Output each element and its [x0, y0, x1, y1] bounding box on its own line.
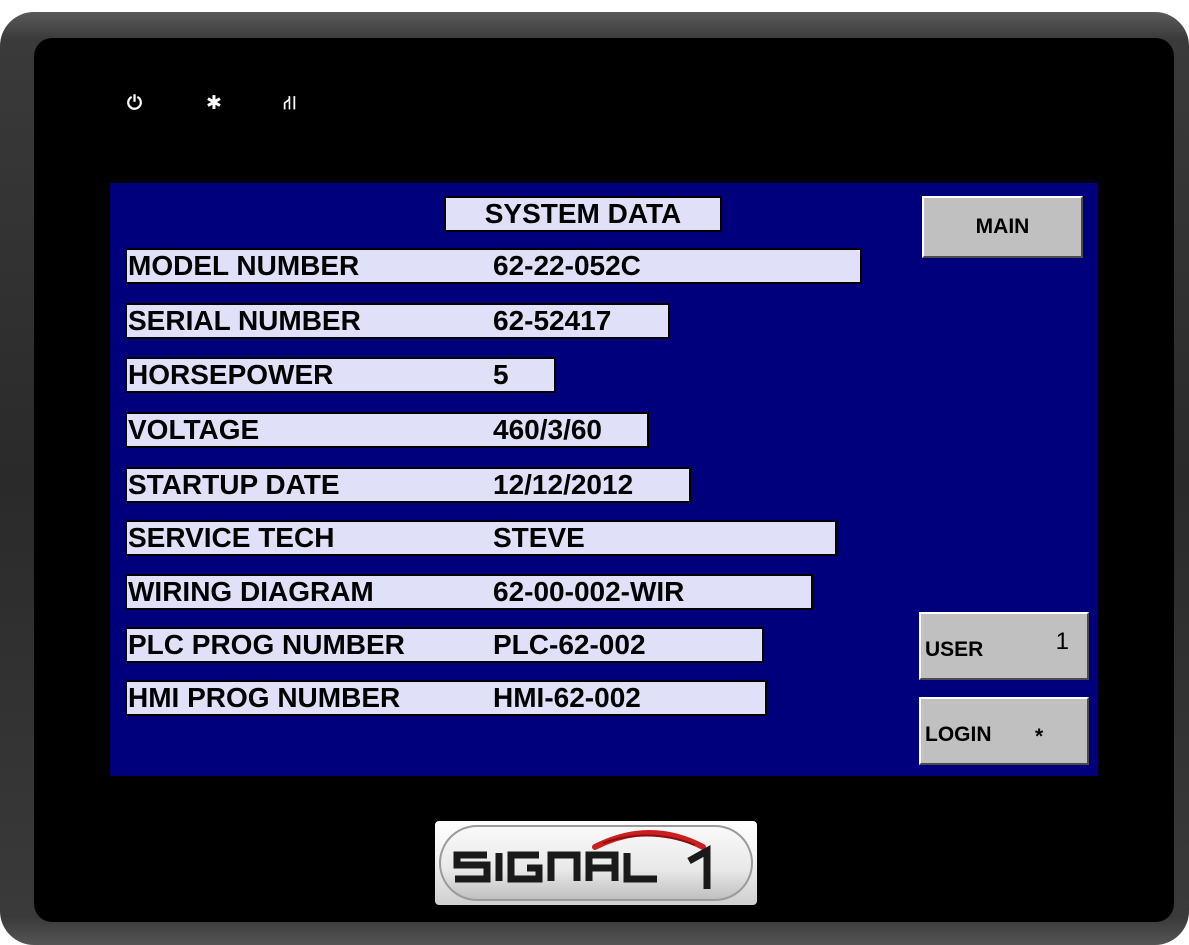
row-label: SERVICE TECH: [128, 522, 335, 553]
network-icon: ⛙: [283, 92, 297, 114]
data-row-service-tech: SERVICE TECH STEVE: [125, 520, 837, 556]
user-button-label: USER: [925, 638, 984, 661]
row-label: VOLTAGE: [128, 414, 260, 445]
row-label: HMI PROG NUMBER: [128, 682, 401, 713]
main-button[interactable]: MAIN: [922, 196, 1083, 258]
data-row-plc-prog-number: PLC PROG NUMBER PLC-62-002: [125, 627, 764, 663]
row-value: 62-22-052C: [493, 250, 641, 281]
data-row-horsepower: HORSEPOWER 5: [125, 357, 556, 393]
activity-icon: ✱: [206, 92, 222, 114]
row-value: 62-52417: [493, 305, 612, 336]
row-value: PLC-62-002: [493, 629, 646, 660]
row-label: SERIAL NUMBER: [128, 305, 361, 336]
data-row-serial-number: SERIAL NUMBER 62-52417: [125, 303, 670, 339]
login-status-value: *: [1035, 725, 1044, 748]
page-title: SYSTEM DATA: [444, 196, 722, 232]
power-icon: ⏻: [127, 92, 143, 114]
row-value: STEVE: [493, 522, 585, 553]
login-button[interactable]: LOGIN *: [919, 697, 1089, 765]
login-button-label: LOGIN: [925, 723, 992, 746]
row-value: 12/12/2012: [493, 469, 634, 500]
row-label: WIRING DIAGRAM: [128, 576, 374, 607]
logo-wordmark: [453, 830, 711, 889]
row-label: STARTUP DATE: [128, 469, 340, 500]
row-label: HORSEPOWER: [128, 359, 334, 390]
data-row-startup-date: STARTUP DATE 12/12/2012: [125, 467, 691, 503]
data-row-voltage: VOLTAGE 460/3/60: [125, 412, 649, 448]
user-button[interactable]: USER 1: [919, 612, 1089, 680]
data-row-hmi-prog-number: HMI PROG NUMBER HMI-62-002: [125, 680, 767, 716]
row-value: 460/3/60: [493, 414, 602, 445]
row-label: PLC PROG NUMBER: [128, 629, 405, 660]
data-row-wiring-diagram: WIRING DIAGRAM 62-00-002-WIR: [125, 574, 813, 610]
row-value: 62-00-002-WIR: [493, 576, 685, 607]
user-level-value: 1: [1055, 628, 1069, 655]
row-value: 5: [493, 359, 509, 390]
signal-1-logo: [435, 821, 757, 905]
row-label: MODEL NUMBER: [128, 250, 360, 281]
data-row-model-number: MODEL NUMBER 62-22-052C: [125, 248, 862, 284]
row-value: HMI-62-002: [493, 682, 641, 713]
